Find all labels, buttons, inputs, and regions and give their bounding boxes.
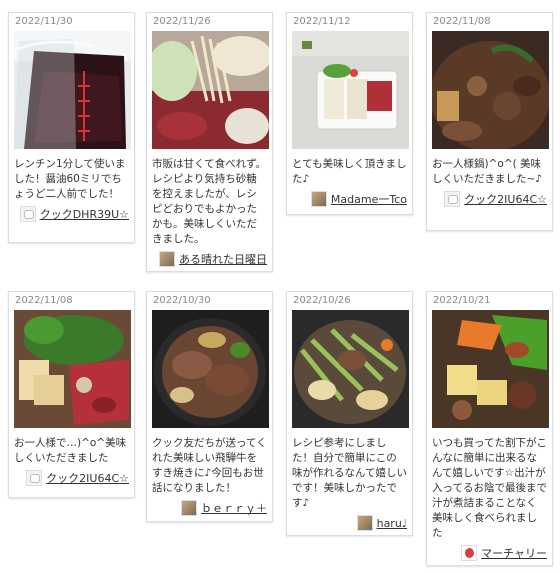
author-name[interactable]: クックDHR39U☆ <box>40 206 129 222</box>
report-author[interactable]: haru♩ <box>292 515 407 531</box>
report-photo[interactable] <box>14 31 131 149</box>
report-comment: お一人様で…)^o^美味しくいただきました <box>14 437 127 464</box>
user-avatar-icon <box>310 191 327 207</box>
report-author[interactable]: クック2IU64C☆ <box>14 470 129 486</box>
report-comment: 市販は甘くて食べれず。レシピより気持ち砂糖を控えましたが、レシピどおりでもよかっ… <box>152 158 267 245</box>
report-card[interactable]: 2022/11/26 市販は甘くて食べれず。レシピより気持ち砂糖を控えましたが、… <box>146 12 273 272</box>
report-author[interactable]: マーチャリー <box>432 545 547 561</box>
author-name[interactable]: Madame一Tco <box>331 191 407 207</box>
report-card[interactable]: 2022/10/21 いつも買ってた割下がこんなに簡単に出来るなんて嬉しいです☆… <box>426 291 553 566</box>
report-comment: レンチン1分して使いました！醤油60ミリでちょうど二人前でした！ <box>14 158 126 200</box>
author-name[interactable]: クック2IU64C☆ <box>46 470 129 486</box>
report-photo[interactable] <box>292 31 409 149</box>
chef-avatar-icon <box>26 470 43 486</box>
report-card[interactable]: 2022/10/26 レシピ参考にしました！自分で簡単にこの味が作れるなんて嬉し… <box>286 291 413 536</box>
author-name[interactable]: マーチャリー <box>481 545 547 561</box>
author-name[interactable]: クック2IU64C☆ <box>464 191 547 207</box>
user-avatar-icon <box>356 515 373 531</box>
report-photo[interactable] <box>432 310 549 428</box>
report-date: 2022/10/26 <box>293 295 351 306</box>
report-photo[interactable] <box>152 31 269 149</box>
report-comment: お一人様鍋)^o^( 美味しくいただきました~♪ <box>432 158 542 185</box>
report-photo[interactable] <box>432 31 549 149</box>
report-comment: クック友だちが送ってくれた美味しい飛騨牛をすき焼きに♪今回もお世話になりました！ <box>152 437 267 494</box>
report-date: 2022/11/26 <box>153 16 211 27</box>
author-name[interactable]: ある晴れた日曜日 <box>179 251 267 267</box>
user-avatar-icon <box>159 251 175 267</box>
report-photo[interactable] <box>292 310 409 428</box>
report-card[interactable]: 2022/11/30 レンチン1分して使いました！醤油60ミリでちょうど二人前で… <box>8 12 135 243</box>
author-name[interactable]: ｂｅｒｒｙ＋ <box>201 500 267 516</box>
report-author[interactable]: クック2IU64C☆ <box>432 191 547 207</box>
tsukurepo-grid: 2022/11/30 レンチン1分して使いました！醤油60ミリでちょうど二人前で… <box>0 0 560 573</box>
report-date: 2022/10/21 <box>433 295 491 306</box>
report-author[interactable]: ある晴れた日曜日 <box>152 251 267 267</box>
report-date: 2022/11/08 <box>433 16 491 27</box>
chef-avatar-icon <box>19 206 36 222</box>
report-card[interactable]: 2022/11/08 お一人様で…)^o^美味しくいただきました クック2IU6… <box>8 291 135 498</box>
report-comment: レシピ参考にしました！自分で簡単にこの味が作れるなんて嬉しいです！美味しかったで… <box>292 437 407 509</box>
user-avatar-icon <box>181 500 197 516</box>
report-photo[interactable] <box>152 310 269 428</box>
report-comment: いつも買ってた割下がこんなに簡単に出来るなんて嬉しいです☆出汁が入ってるお陰で最… <box>432 437 547 539</box>
report-date: 2022/11/12 <box>293 16 351 27</box>
report-card[interactable]: 2022/10/30 クック友だちが送ってくれた美味しい飛騨牛をすき焼きに♪今回… <box>146 291 273 522</box>
report-card[interactable]: 2022/11/08 お一人様鍋)^o^( 美味しくいただきました~♪ クック2… <box>426 12 553 231</box>
report-author[interactable]: ｂｅｒｒｙ＋ <box>152 500 267 516</box>
report-date: 2022/10/30 <box>153 295 211 306</box>
report-photo[interactable] <box>14 310 131 428</box>
author-name[interactable]: haru♩ <box>377 517 407 530</box>
report-date: 2022/11/08 <box>15 295 73 306</box>
chef-avatar-icon <box>444 191 461 207</box>
report-author[interactable]: Madame一Tco <box>292 191 407 207</box>
report-author[interactable]: クックDHR39U☆ <box>14 206 129 222</box>
report-date: 2022/11/30 <box>15 16 73 27</box>
report-comment: とても美味しく頂きました♪ <box>292 158 407 185</box>
user-avatar-icon <box>461 545 478 561</box>
report-card[interactable]: 2022/11/12 とても美味しく頂きました♪ Madame一Tco <box>286 12 413 215</box>
